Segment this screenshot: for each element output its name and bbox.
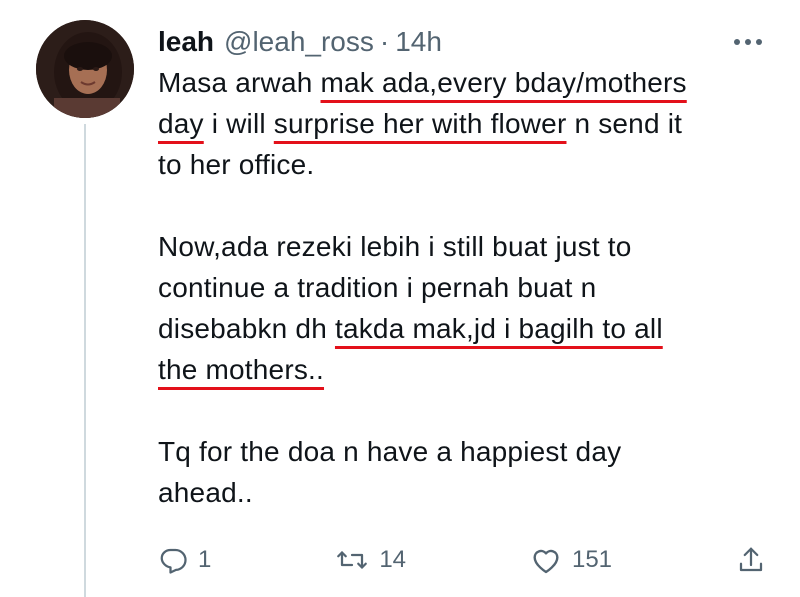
text-segment: Now,ada rezeki lebih i still buat just t… [158, 231, 632, 262]
text-segment: n send it [566, 108, 683, 139]
retweet-count: 14 [379, 546, 407, 573]
retweet-button[interactable]: 14 [335, 540, 406, 580]
avatar[interactable] [36, 20, 134, 118]
like-count: 151 [571, 546, 613, 573]
more-options-button[interactable] [730, 28, 766, 56]
tweet-text-line: the mothers.. [158, 349, 768, 390]
more-horizontal-icon [734, 39, 762, 45]
retweet-icon [337, 551, 368, 569]
reply-button[interactable]: 1 [158, 540, 211, 580]
author-name[interactable]: leah [158, 26, 214, 58]
text-segment: to her office. [158, 149, 315, 180]
header-separator: · [379, 26, 390, 57]
reply-icon [160, 548, 187, 574]
tweet-text-line: ahead.. [158, 472, 768, 513]
text-segment: continue a tradition i pernah buat n [158, 272, 597, 303]
highlighted-text: day [158, 108, 204, 139]
highlighted-text: mak ada,every bday/mothers [320, 67, 687, 98]
text-segment: Tq for the doa n have a happiest day [158, 436, 622, 467]
text-segment: Masa arwah [158, 67, 321, 98]
paragraph-break [158, 390, 768, 431]
tweet-text-line: continue a tradition i pernah buat n [158, 267, 768, 308]
text-segment: ahead.. [158, 477, 253, 508]
tweet-text-line: Now,ada rezeki lebih i still buat just t… [158, 226, 768, 267]
share-button[interactable] [736, 540, 766, 580]
like-button[interactable]: 151 [530, 540, 612, 580]
highlighted-text: the mothers.. [158, 354, 325, 385]
text-segment: i will [203, 108, 274, 139]
tweet-text-line: disebabkn dh takda mak,jd i bagilh to al… [158, 308, 768, 349]
paragraph-break [158, 185, 768, 226]
reply-count: 1 [198, 546, 212, 573]
highlighted-text: takda mak,jd i bagilh to all [334, 313, 663, 344]
tweet-time[interactable]: 14h [395, 26, 442, 58]
tweet-header: leah @leah_ross · 14h [158, 24, 442, 60]
avatar-photo [36, 20, 134, 118]
text-segment: disebabkn dh [158, 313, 335, 344]
highlighted-text: surprise her with flower [273, 108, 567, 139]
tweet-text-line: to her office. [158, 144, 768, 185]
heart-icon [533, 549, 559, 574]
tweet-actions: 1 14 151 [158, 540, 766, 580]
thread-line [84, 124, 86, 597]
tweet-text: Masa arwah mak ada,every bday/mothers day… [158, 62, 768, 513]
tweet-text-line: day i will surprise her with flower n se… [158, 103, 768, 144]
share-icon [739, 547, 763, 572]
tweet-text-line: Masa arwah mak ada,every bday/mothers [158, 62, 768, 103]
tweet-card: leah @leah_ross · 14h Masa arwah mak ada… [0, 0, 800, 597]
tweet-text-line: Tq for the doa n have a happiest day [158, 431, 768, 472]
author-handle[interactable]: @leah_ross [224, 26, 374, 58]
